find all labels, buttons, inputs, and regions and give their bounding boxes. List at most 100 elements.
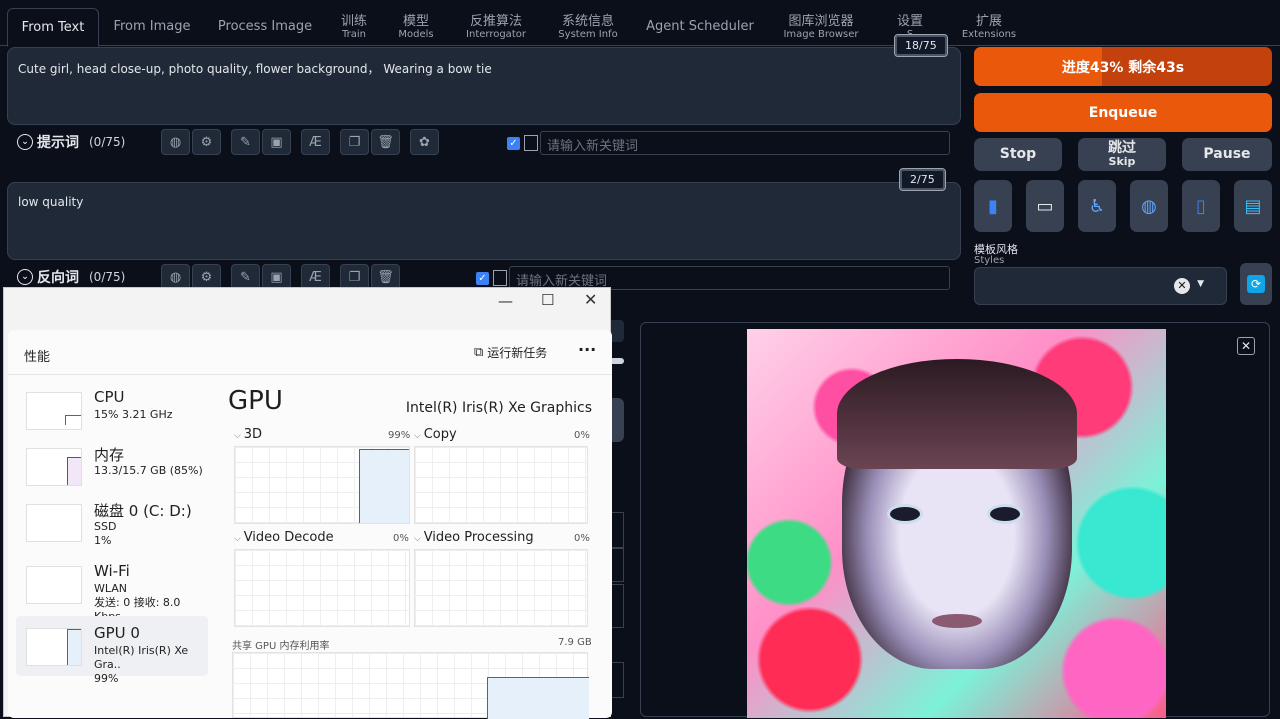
side-item-disk[interactable]: 磁盘 0 (C: D:) SSD 1% xyxy=(16,492,208,552)
cpu-trace xyxy=(65,415,81,425)
bookmark-icon[interactable]: ▣ xyxy=(262,129,291,155)
shared-memory-value: 7.9 GB xyxy=(558,637,592,648)
skip-sublabel: Skip xyxy=(1108,154,1136,168)
clipboard-icon[interactable]: ▭ xyxy=(1026,180,1064,232)
checkbox[interactable]: ✓ xyxy=(476,271,489,285)
eye-shape xyxy=(987,504,1023,524)
graph-video-decode xyxy=(234,549,410,627)
refresh-styles-button[interactable]: ⟳ xyxy=(1240,263,1272,305)
trash-person-icon[interactable]: ♿ xyxy=(1078,180,1116,232)
prompt-kw-check: ✓ xyxy=(507,135,538,151)
copy-icon[interactable]: ❐ xyxy=(340,129,369,155)
stop-button[interactable]: Stop xyxy=(974,138,1062,171)
chevron-down-icon: ⌵ xyxy=(234,431,244,441)
close-icon[interactable]: ✕ xyxy=(1237,337,1255,355)
graph-pct: 0% xyxy=(574,533,590,544)
tab-system-info[interactable]: 系统信息 System Info xyxy=(555,8,621,46)
pause-button[interactable]: Pause xyxy=(1182,138,1272,171)
item-detail: Intel(R) Iris(R) Xe Gra.. 99% xyxy=(94,644,208,686)
openai-icon[interactable]: ✿ xyxy=(410,129,439,155)
battery-icon[interactable]: ▯ xyxy=(1182,180,1220,232)
cpu-sparkline xyxy=(26,392,82,430)
maximize-icon[interactable]: ☐ xyxy=(541,291,554,309)
graph-label-video-processing: ⌵ Video Processing xyxy=(414,530,534,545)
styles-label-cn: 模板风格 xyxy=(974,243,1018,256)
item-detail-1: SSD xyxy=(94,520,117,533)
side-item-gpu[interactable]: GPU 0 Intel(R) Iris(R) Xe Gra.. 99% xyxy=(16,616,208,685)
item-name: 内存 xyxy=(94,446,125,464)
save-style-icon[interactable]: ▤ xyxy=(1234,180,1272,232)
graph-label-3d: ⌵ 3D xyxy=(234,427,262,442)
graph-copy xyxy=(414,446,588,524)
disk-sparkline xyxy=(26,504,82,542)
tab-agent-scheduler[interactable]: Agent Scheduler xyxy=(642,8,758,46)
generated-image[interactable] xyxy=(747,329,1166,718)
negative-prompt-textarea[interactable]: low quality xyxy=(7,182,961,260)
graph-video-processing xyxy=(414,549,588,627)
tab-sublabel: Extensions xyxy=(961,28,1017,40)
memory-trace xyxy=(67,457,81,485)
minimize-icon[interactable]: — xyxy=(498,292,513,310)
tab-label: 反推算法 xyxy=(469,13,522,29)
graph-label-text: Video Processing xyxy=(423,530,534,545)
book-icon[interactable]: ▮ xyxy=(974,180,1012,232)
side-item-memory[interactable]: 内存 13.3/15.7 GB (85%) xyxy=(16,436,208,496)
gpu-name: Intel(R) Iris(R) Xe Graphics xyxy=(405,400,592,416)
skip-button[interactable]: 跳过 Skip xyxy=(1078,138,1166,171)
tab-process-image[interactable]: Process Image xyxy=(212,8,318,46)
negative-token-counter: 2/75 xyxy=(899,168,946,191)
task-manager-window: — ☐ ✕ 性能 ⧉ 运行新任务 ··· CPU 15% 3.21 GHz 内存 … xyxy=(3,287,612,719)
item-name: 磁盘 0 (C: D:) xyxy=(94,502,192,520)
tab-label: Agent Scheduler xyxy=(646,19,754,34)
item-detail: SSD 1% xyxy=(94,520,116,548)
globe-icon[interactable]: ◍ xyxy=(161,129,190,155)
progress-bar: 进度43% 剩余43s xyxy=(974,47,1272,86)
translate-icon[interactable]: Æ xyxy=(301,129,330,155)
more-options-icon[interactable]: ··· xyxy=(578,340,596,359)
graph-label-text: 3D xyxy=(243,427,262,442)
side-item-wifi[interactable]: Wi-Fi WLAN发送: 0 接收: 8.0 Kbps xyxy=(16,554,208,623)
shared-memory-fill xyxy=(487,677,589,719)
tab-models[interactable]: 模型 Models xyxy=(390,8,442,46)
prompt-textarea[interactable]: Cute girl, head close-up, photo quality,… xyxy=(7,47,961,125)
gpu-trace xyxy=(67,629,81,665)
item-name: CPU xyxy=(94,388,125,406)
item-name: Wi-Fi xyxy=(94,562,130,580)
chevron-down-icon: ▼ xyxy=(1197,279,1204,289)
enqueue-label: Enqueue xyxy=(1088,104,1158,121)
tab-from-text[interactable]: From Text xyxy=(7,8,99,47)
negative-kw-check: ✓ xyxy=(476,270,507,286)
prompt-token-counter: 18/75 xyxy=(894,34,948,57)
side-item-cpu[interactable]: CPU 15% 3.21 GHz xyxy=(16,380,208,440)
prompt-count: (0/75) xyxy=(89,135,126,149)
chevron-down-icon: ⌵ xyxy=(414,431,424,441)
output-gallery: ✕ xyxy=(640,322,1270,718)
edit-icon[interactable]: ✎ xyxy=(231,129,260,155)
run-new-task-button[interactable]: ⧉ 运行新任务 xyxy=(474,344,547,361)
prompt-label[interactable]: ⌄ 提示词 xyxy=(17,132,79,152)
gear-icon[interactable]: ⚙ xyxy=(192,129,221,155)
tab-extensions[interactable]: 扩展 Extensions xyxy=(960,8,1018,46)
item-name: GPU 0 xyxy=(94,624,140,642)
enqueue-button[interactable]: Enqueue xyxy=(974,93,1272,132)
tab-interrogator[interactable]: 反推算法 Interrogator xyxy=(460,8,532,46)
globe-icon[interactable]: ◍ xyxy=(1130,180,1168,232)
chevron-down-icon: ⌵ xyxy=(234,534,244,544)
tab-train[interactable]: 训练 Train xyxy=(330,8,378,46)
keyword-input[interactable]: 请输入新关键词 xyxy=(540,131,950,155)
new-task-icon: ⧉ xyxy=(474,345,484,360)
graph-label-text: Video Decode xyxy=(243,530,334,545)
hidden-button xyxy=(610,398,624,442)
checkbox[interactable]: ✓ xyxy=(507,136,520,150)
tab-image-browser[interactable]: 图库浏览器 Image Browser xyxy=(778,8,864,46)
negative-label[interactable]: ⌄ 反向词 xyxy=(17,267,79,287)
tab-from-image[interactable]: From Image xyxy=(106,8,198,46)
trash-icon[interactable]: 🗑 xyxy=(371,129,400,155)
item-detail-1: WLAN xyxy=(94,582,128,595)
close-icon[interactable]: ✕ xyxy=(584,290,597,309)
styles-dropdown[interactable]: ✕ ▼ xyxy=(974,267,1227,305)
item-detail: 15% 3.21 GHz xyxy=(94,408,173,421)
styles-label-en: Styles xyxy=(974,255,1005,266)
clear-icon[interactable]: ✕ xyxy=(1174,278,1190,294)
chevron-down-icon: ⌄ xyxy=(17,134,33,150)
